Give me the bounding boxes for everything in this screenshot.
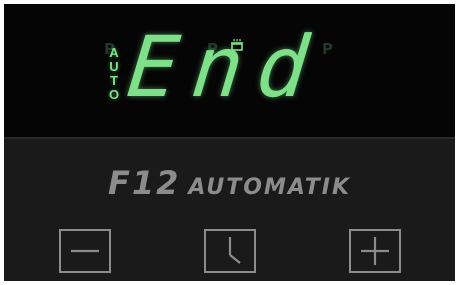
plus-button[interactable]: [349, 229, 401, 273]
plus-icon: [361, 237, 389, 265]
brand-label: F12 AUTOMATIK: [4, 164, 455, 204]
clock-icon: [228, 237, 241, 264]
clock-button[interactable]: [204, 229, 256, 273]
minus-icon: [71, 249, 99, 253]
auto-letter: A: [109, 45, 119, 60]
auto-letter: T: [110, 73, 118, 88]
auto-letter: U: [109, 59, 119, 74]
panel-divider: [4, 137, 455, 139]
lcd-display: P P P A U T O End: [4, 4, 455, 137]
model-name: F12: [107, 164, 181, 202]
oven-timer-panel: P P P A U T O End F12 AUTOMATIK: [4, 4, 455, 281]
auto-letter: O: [108, 87, 120, 102]
minus-button[interactable]: [59, 229, 111, 273]
mode-name: AUTOMATIK: [188, 175, 352, 200]
status-readout: End: [122, 18, 327, 116]
auto-mode-indicator: A U T O: [108, 46, 120, 102]
